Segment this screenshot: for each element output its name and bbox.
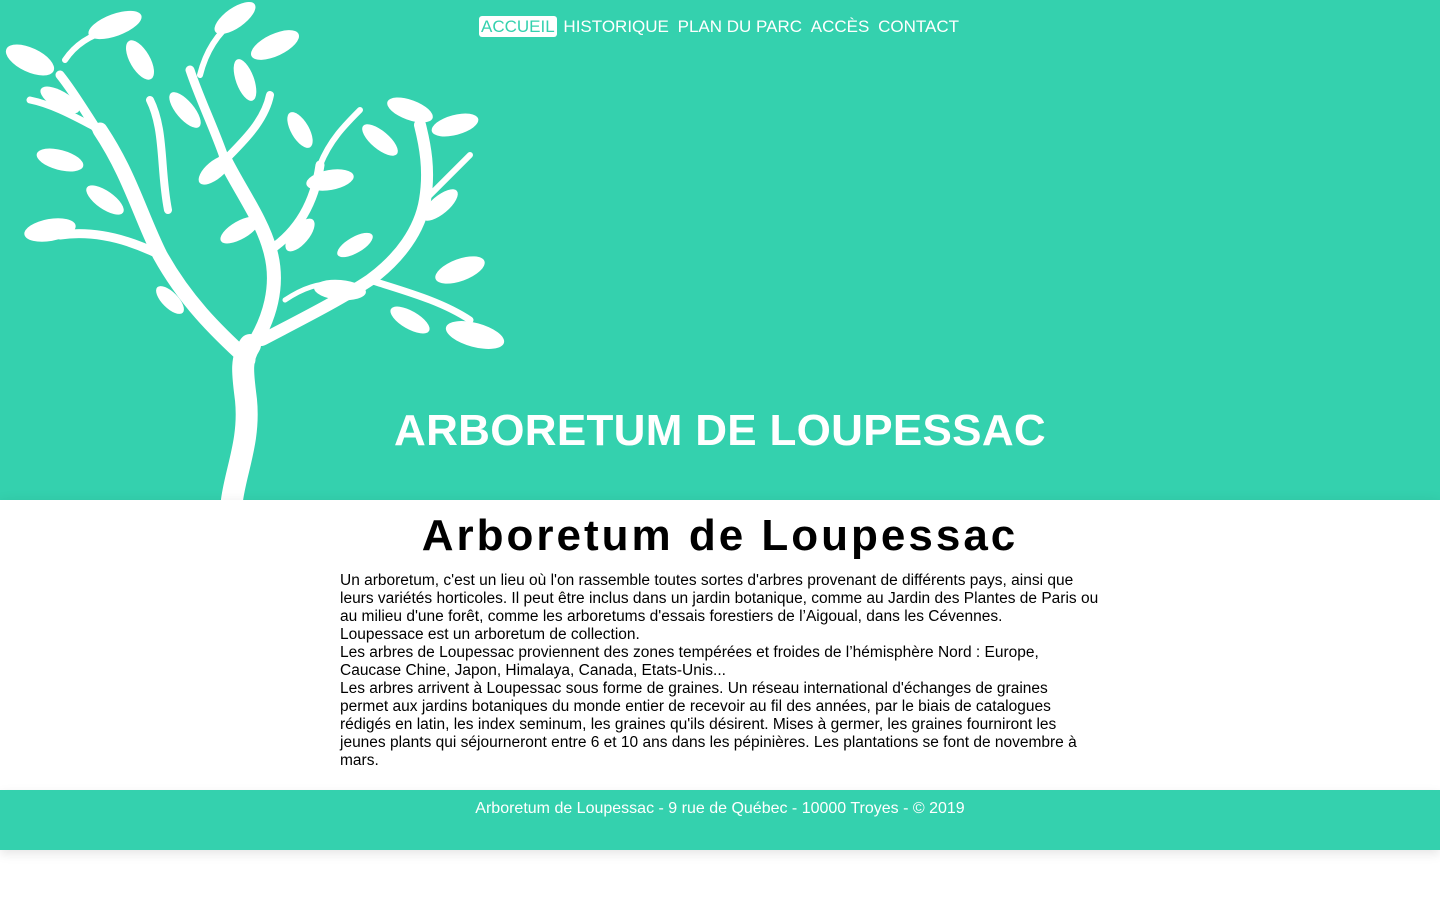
- nav-item-contact[interactable]: CONTACT: [876, 16, 961, 37]
- paragraph: Les arbres arrivent à Loupessac sous for…: [340, 680, 1077, 769]
- main-nav: ACCUEIL HISTORIQUE PLAN DU PARC ACCÈS CO…: [0, 16, 1440, 37]
- nav-item-acces[interactable]: ACCÈS: [809, 16, 872, 37]
- paragraph: Un arboretum, c'est un lieu où l'on rass…: [340, 572, 1099, 625]
- paragraph: Les arbres de Loupessac proviennent des …: [340, 644, 1039, 679]
- article-body: Un arboretum, c'est un lieu où l'on rass…: [340, 572, 1100, 770]
- nav-item-plan-du-parc[interactable]: PLAN DU PARC: [676, 16, 804, 37]
- main-content: Arboretum de Loupessac Un arboretum, c'e…: [0, 500, 1440, 790]
- nav-item-accueil[interactable]: ACCUEIL: [479, 16, 557, 37]
- site-title: ARBORETUM DE LOUPESSAC: [394, 406, 1046, 455]
- page-title: Arboretum de Loupessac: [421, 511, 1019, 560]
- site-header: ACCUEIL HISTORIQUE PLAN DU PARC ACCÈS CO…: [0, 0, 1440, 500]
- site-footer: Arboretum de Loupessac - 9 rue de Québec…: [0, 790, 1440, 850]
- footer-text: Arboretum de Loupessac - 9 rue de Québec…: [475, 800, 965, 817]
- nav-item-historique[interactable]: HISTORIQUE: [561, 16, 670, 37]
- paragraph: Loupessace est un arboretum de collectio…: [340, 626, 640, 643]
